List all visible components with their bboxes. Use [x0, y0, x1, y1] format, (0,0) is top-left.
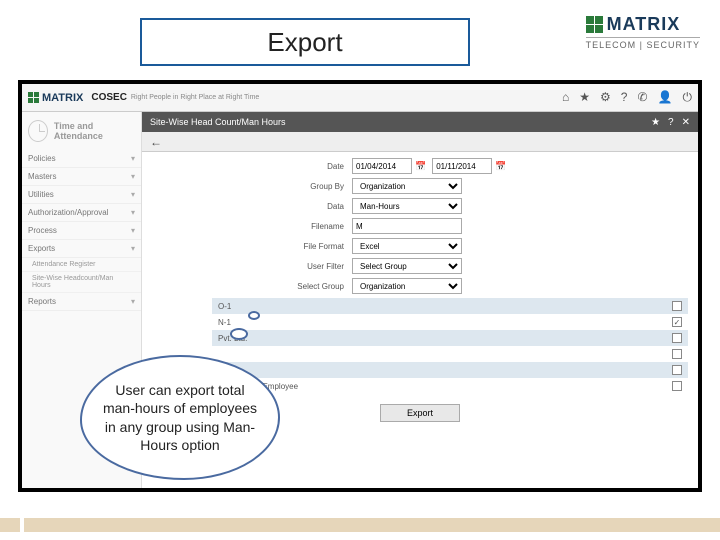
star-icon[interactable]: ★	[579, 90, 590, 105]
power-icon[interactable]: ⏻	[683, 90, 693, 105]
selectgroup-select[interactable]: Organization	[352, 278, 462, 294]
breadcrumb: Site-Wise Head Count/Man Hours	[150, 117, 286, 127]
callout-bubble-icon	[248, 311, 260, 320]
filter-label: User Filter	[152, 262, 352, 271]
sidebar-item-exports[interactable]: Exports ▾	[22, 240, 141, 258]
header-brand-text: MATRIX	[42, 92, 83, 104]
chevron-down-icon: ▾	[131, 172, 135, 181]
gear-icon[interactable]: ⚙	[600, 90, 611, 105]
sidebar-item-reports[interactable]: Reports ▾	[22, 293, 141, 311]
chevron-down-icon: ▾	[131, 154, 135, 163]
data-select[interactable]: Man-Hours	[352, 198, 462, 214]
list-item[interactable]: Unassigned Employee	[212, 378, 688, 394]
sidebar-item-label: Process	[28, 226, 57, 235]
fileformat-select[interactable]: Excel	[352, 238, 462, 254]
date-label: Date	[152, 162, 352, 171]
module-header: Time and Attendance	[22, 112, 141, 150]
chevron-down-icon: ▾	[131, 208, 135, 217]
selectgroup-label: Select Group	[152, 282, 352, 291]
brand-name: MATRIX	[607, 14, 681, 35]
list-item[interactable]: O-1	[212, 298, 688, 314]
list-item[interactable]	[212, 362, 688, 378]
checkbox[interactable]	[672, 381, 682, 391]
sidebar-item-utilities[interactable]: Utilities ▾	[22, 186, 141, 204]
header-logo: MATRIX	[28, 92, 83, 104]
slide-title: Export	[140, 18, 470, 66]
clock-icon	[28, 120, 48, 142]
sidebar-item-label: Policies	[28, 154, 56, 163]
sidebar-item-label: Reports	[28, 297, 56, 306]
checkbox[interactable]: ✓	[672, 317, 682, 327]
date-to-input[interactable]	[432, 158, 492, 174]
sidebar-item-process[interactable]: Process ▾	[22, 222, 141, 240]
group-list: O-1 N-1 ✓ Pvt. Ltd. Unassigned Employee	[212, 298, 688, 394]
calendar-icon[interactable]: 📅	[415, 161, 426, 172]
sidebar-item-label: Authorization/Approval	[28, 208, 109, 217]
breadcrumb-bar: Site-Wise Head Count/Man Hours ★ ? ✕	[142, 112, 698, 132]
sidebar-item-policies[interactable]: Policies ▾	[22, 150, 141, 168]
callout-cloud: User can export total man-hours of emplo…	[80, 355, 280, 480]
chevron-down-icon: ▾	[131, 226, 135, 235]
user-icon[interactable]: 👤	[658, 90, 673, 105]
chevron-down-icon: ▾	[131, 297, 135, 306]
product-tagline: Right People in Right Place at Right Tim…	[131, 94, 259, 101]
filename-input[interactable]	[352, 218, 462, 234]
phone-icon[interactable]: ✆	[637, 90, 647, 105]
callout-bubble-icon	[230, 328, 248, 340]
calendar-icon[interactable]: 📅	[495, 161, 506, 172]
list-item[interactable]: N-1 ✓	[212, 314, 688, 330]
app-header: MATRIX COSEC Right People in Right Place…	[22, 84, 698, 112]
data-label: Data	[152, 202, 352, 211]
export-button[interactable]: Export	[380, 404, 460, 422]
brand-subtitle: TELECOM | SECURITY	[586, 37, 700, 50]
date-from-input[interactable]	[352, 158, 412, 174]
list-item[interactable]	[212, 346, 688, 362]
chevron-down-icon: ▾	[131, 190, 135, 199]
panel-help-icon[interactable]: ?	[668, 117, 674, 128]
chevron-down-icon: ▾	[131, 244, 135, 253]
help-icon[interactable]: ?	[621, 90, 628, 105]
toolbar: ←	[142, 132, 698, 152]
sidebar-item-authorization[interactable]: Authorization/Approval ▾	[22, 204, 141, 222]
sidebar-sub-attendance-register[interactable]: Attendance Register	[22, 258, 141, 272]
fileformat-label: File Format	[152, 242, 352, 251]
sidebar-item-label: Utilities	[28, 190, 54, 199]
product-name: COSEC	[91, 92, 127, 103]
list-item-label: O-1	[218, 302, 231, 311]
brand-logo: MATRIX	[586, 14, 700, 35]
groupby-select[interactable]: Organization	[352, 178, 462, 194]
home-icon[interactable]: ⌂	[562, 90, 569, 105]
module-title: Time and Attendance	[54, 121, 135, 141]
filename-label: Filename	[152, 222, 352, 231]
sidebar-sub-sitewise[interactable]: Site-Wise Headcount/Man Hours	[22, 272, 141, 293]
checkbox[interactable]	[672, 333, 682, 343]
sidebar-item-label: Masters	[28, 172, 56, 181]
footer-stripe	[0, 518, 720, 532]
back-icon[interactable]: ←	[150, 135, 162, 149]
groupby-label: Group By	[152, 182, 352, 191]
checkbox[interactable]	[672, 301, 682, 311]
sidebar-item-masters[interactable]: Masters ▾	[22, 168, 141, 186]
list-item-label: N-1	[218, 318, 231, 327]
checkbox[interactable]	[672, 349, 682, 359]
list-item[interactable]: Pvt. Ltd.	[212, 330, 688, 346]
checkbox[interactable]	[672, 365, 682, 375]
sidebar-item-label: Exports	[28, 244, 55, 253]
brand-block: MATRIX TELECOM | SECURITY	[586, 14, 700, 50]
fav-icon[interactable]: ★	[651, 117, 660, 128]
filter-select[interactable]: Select Group	[352, 258, 462, 274]
close-icon[interactable]: ✕	[682, 117, 690, 128]
